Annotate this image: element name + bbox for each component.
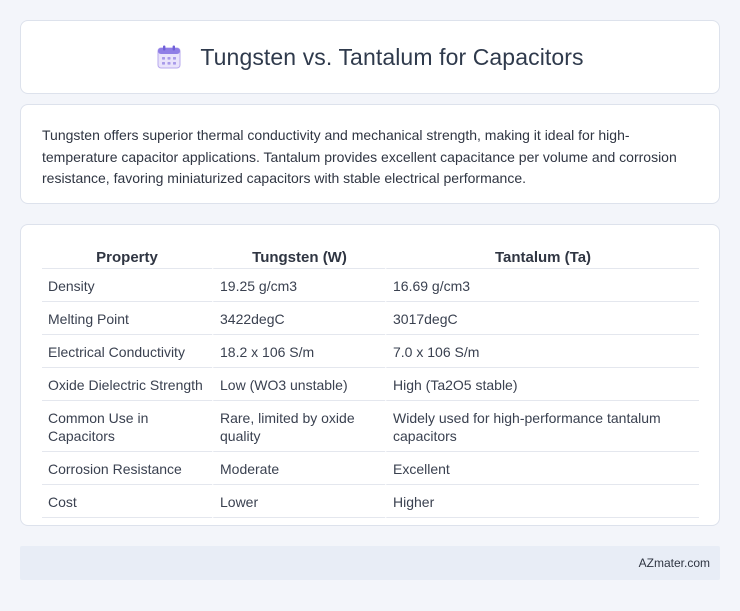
cell-property: Corrosion Resistance bbox=[42, 452, 212, 485]
cell-tantalum: 7.0 x 106 S/m bbox=[385, 335, 699, 368]
title-card: Tungsten vs. Tantalum for Capacitors bbox=[20, 20, 720, 94]
cell-tungsten: 18.2 x 106 S/m bbox=[212, 335, 385, 368]
header-tantalum: Tantalum (Ta) bbox=[385, 245, 699, 269]
table-row: Cost Lower Higher bbox=[42, 485, 699, 518]
header-tungsten: Tungsten (W) bbox=[212, 245, 385, 269]
cell-property: Density bbox=[42, 269, 212, 302]
footer-bar: AZmater.com bbox=[20, 546, 720, 580]
cell-tantalum: High (Ta2O5 stable) bbox=[385, 368, 699, 401]
footer-source: AZmater.com bbox=[638, 556, 710, 570]
cell-tantalum: Excellent bbox=[385, 452, 699, 485]
cell-tungsten: Low (WO3 unstable) bbox=[212, 368, 385, 401]
table-row: Density 19.25 g/cm3 16.69 g/cm3 bbox=[42, 269, 699, 302]
cell-tungsten: Moderate bbox=[212, 452, 385, 485]
cell-property: Electrical Conductivity bbox=[42, 335, 212, 368]
page-title: Tungsten vs. Tantalum for Capacitors bbox=[200, 43, 584, 70]
cell-tungsten: Lower bbox=[212, 485, 385, 518]
comparison-table: Property Tungsten (W) Tantalum (Ta) Dens… bbox=[42, 245, 699, 518]
cell-tantalum: Widely used for high-performance tantalu… bbox=[385, 401, 699, 452]
cell-tungsten: Rare, limited by oxide quality bbox=[212, 401, 385, 452]
title-wrap: Tungsten vs. Tantalum for Capacitors bbox=[156, 43, 584, 71]
table-row: Common Use in Capacitors Rare, limited b… bbox=[42, 401, 699, 452]
cell-property: Oxide Dielectric Strength bbox=[42, 368, 212, 401]
cell-tantalum: 3017degC bbox=[385, 302, 699, 335]
cell-property: Common Use in Capacitors bbox=[42, 401, 212, 452]
cell-tungsten: 3422degC bbox=[212, 302, 385, 335]
table-row: Corrosion Resistance Moderate Excellent bbox=[42, 452, 699, 485]
cell-property: Melting Point bbox=[42, 302, 212, 335]
header-property: Property bbox=[42, 245, 212, 269]
table-row: Melting Point 3422degC 3017degC bbox=[42, 302, 699, 335]
cell-property: Cost bbox=[42, 485, 212, 518]
table-row: Electrical Conductivity 18.2 x 106 S/m 7… bbox=[42, 335, 699, 368]
cell-tantalum: 16.69 g/cm3 bbox=[385, 269, 699, 302]
cell-tantalum: Higher bbox=[385, 485, 699, 518]
cell-tungsten: 19.25 g/cm3 bbox=[212, 269, 385, 302]
calendar-icon bbox=[157, 45, 181, 69]
table-card: Property Tungsten (W) Tantalum (Ta) Dens… bbox=[20, 224, 720, 526]
intro-text: Tungsten offers superior thermal conduct… bbox=[42, 127, 677, 186]
intro-card: Tungsten offers superior thermal conduct… bbox=[20, 104, 720, 204]
table-row: Oxide Dielectric Strength Low (WO3 unsta… bbox=[42, 368, 699, 401]
table-header-row: Property Tungsten (W) Tantalum (Ta) bbox=[42, 245, 699, 269]
